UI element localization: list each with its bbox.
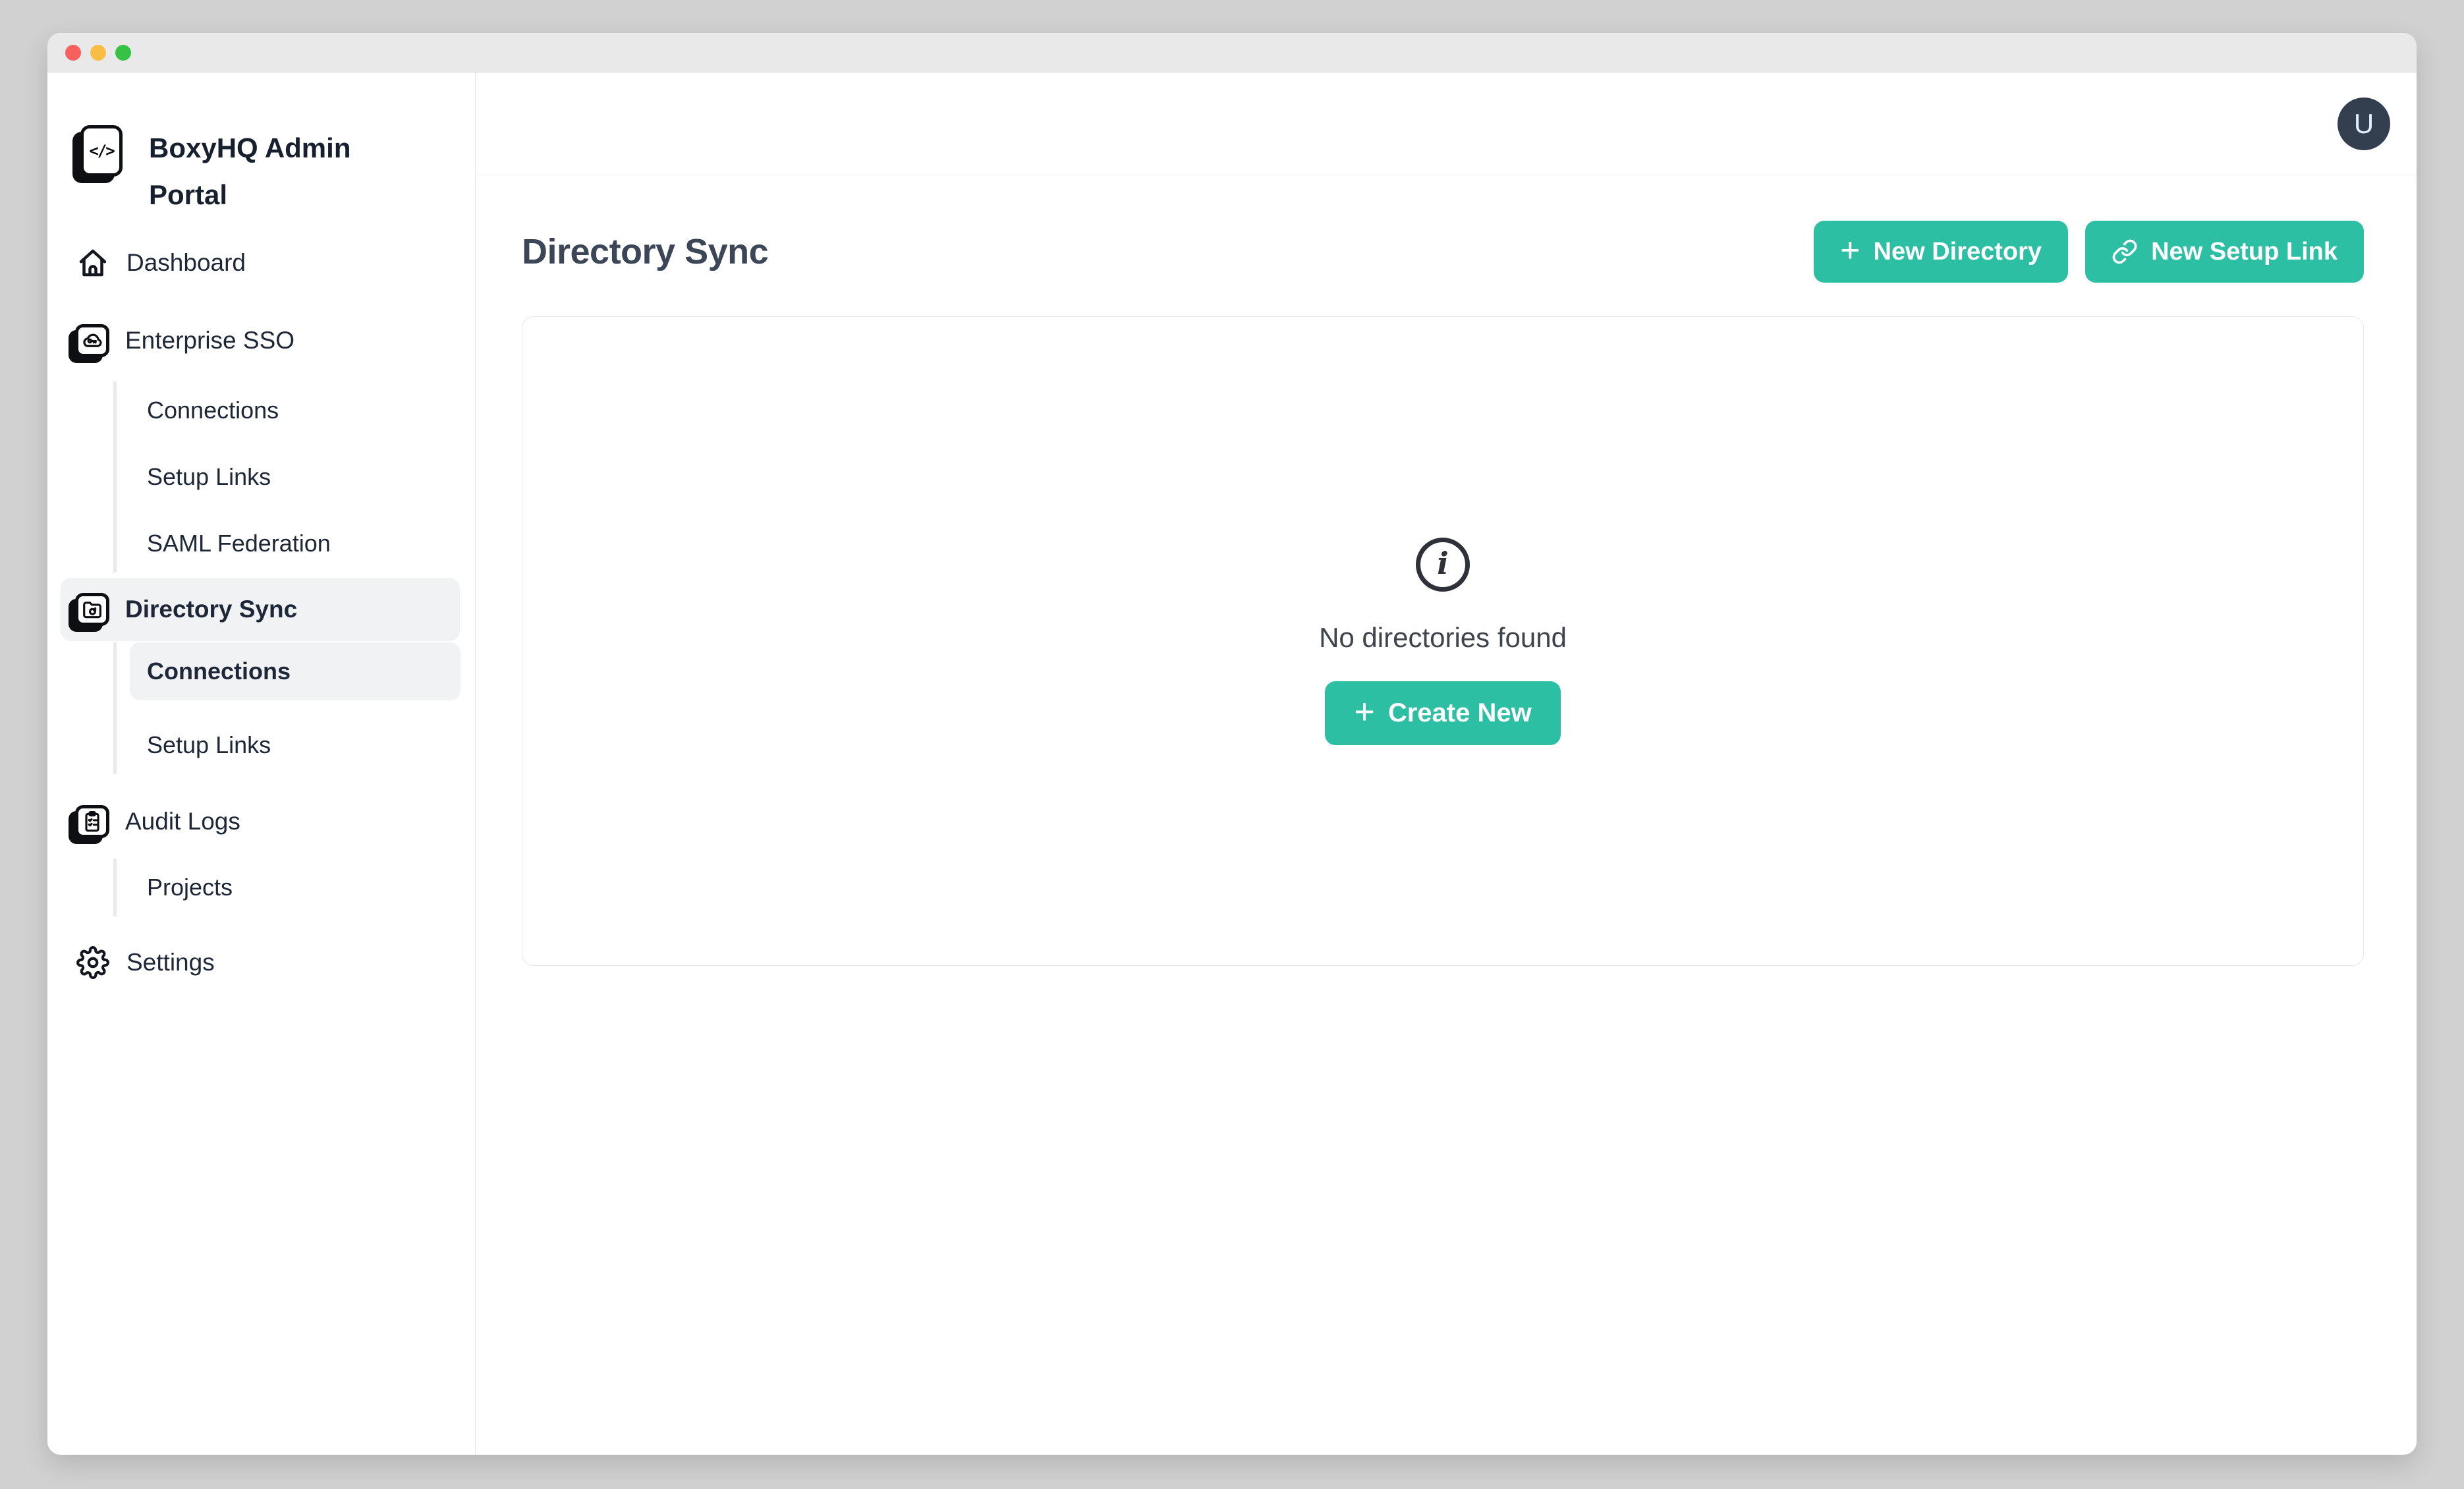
sidebar-item-projects[interactable]: Projects <box>130 858 461 916</box>
minimize-button[interactable] <box>90 45 106 61</box>
sidebar-item-dsync-setup-links[interactable]: Setup Links <box>130 716 461 774</box>
new-setup-link-label: New Setup Link <box>2151 238 2338 266</box>
sidebar: </> BoxyHQ Admin Portal Dashboard <box>47 72 476 1454</box>
plus-icon: + <box>1354 694 1375 729</box>
page-content: Directory Sync + New Directory <box>476 175 2417 966</box>
page-actions: + New Directory New Setup Link <box>1814 221 2364 283</box>
sidebar-subnav-audit-logs: Projects <box>113 858 475 916</box>
sidebar-item-label: SAML Federation <box>147 530 331 557</box>
sidebar-item-label: Setup Links <box>147 731 271 759</box>
main-area: U Directory Sync + New Directory <box>476 72 2417 1454</box>
sidebar-item-saml-federation[interactable]: SAML Federation <box>130 515 461 573</box>
sidebar-item-label: Audit Logs <box>125 808 240 835</box>
info-circle-icon: i <box>1416 538 1470 592</box>
sidebar-item-sso-setup-links[interactable]: Setup Links <box>130 448 461 506</box>
sidebar-item-directory-sync[interactable]: Directory Sync <box>61 578 460 641</box>
sidebar-item-label: Connections <box>147 658 291 685</box>
sidebar-item-label: Setup Links <box>147 463 271 491</box>
gear-icon <box>75 945 111 980</box>
sidebar-item-label: Directory Sync <box>125 596 297 623</box>
sidebar-item-enterprise-sso[interactable]: Enterprise SSO <box>61 309 460 372</box>
zoom-button[interactable] <box>115 45 131 61</box>
empty-state-card: i No directories found + Create New <box>522 316 2364 966</box>
new-directory-label: New Directory <box>1874 238 2042 266</box>
sidebar-item-sso-connections[interactable]: Connections <box>130 381 461 439</box>
close-button[interactable] <box>65 45 81 61</box>
brand: </> BoxyHQ Admin Portal <box>80 125 475 218</box>
sidebar-item-label: Dashboard <box>126 249 246 277</box>
sidebar-subnav-enterprise-sso: Connections Setup Links SAML Federation <box>113 381 475 573</box>
sidebar-item-label: Enterprise SSO <box>125 327 294 354</box>
cloud-key-sticker-icon <box>75 324 109 357</box>
avatar[interactable]: U <box>2338 98 2390 150</box>
sidebar-item-label: Settings <box>126 949 215 976</box>
page-head: Directory Sync + New Directory <box>522 221 2364 283</box>
avatar-initial: U <box>2354 108 2374 140</box>
plus-icon: + <box>1840 233 1860 267</box>
sidebar-item-label: Connections <box>147 397 279 424</box>
new-setup-link-button[interactable]: New Setup Link <box>2085 221 2364 283</box>
code-sticker-icon: </> <box>80 125 123 177</box>
clipboard-list-sticker-icon <box>75 805 109 838</box>
page-title: Directory Sync <box>522 231 768 272</box>
sidebar-nav: Dashboard Enterprise SSO Connections <box>47 231 475 994</box>
empty-state-message: No directories found <box>1319 622 1567 654</box>
create-new-button[interactable]: + Create New <box>1325 681 1560 745</box>
sidebar-item-settings[interactable]: Settings <box>61 931 460 994</box>
sidebar-item-dashboard[interactable]: Dashboard <box>61 231 460 295</box>
create-new-label: Create New <box>1388 698 1532 728</box>
app-window: </> BoxyHQ Admin Portal Dashboard <box>47 33 2417 1455</box>
folder-sync-sticker-icon <box>75 593 109 626</box>
brand-title: BoxyHQ Admin Portal <box>149 125 393 218</box>
titlebar <box>47 33 2417 72</box>
new-directory-button[interactable]: + New Directory <box>1814 221 2068 283</box>
sidebar-item-audit-logs[interactable]: Audit Logs <box>61 790 460 853</box>
sidebar-item-dsync-connections[interactable]: Connections <box>130 642 461 700</box>
main-header: U <box>476 72 2417 175</box>
sidebar-item-label: Projects <box>147 874 233 901</box>
home-icon <box>75 245 111 281</box>
sidebar-subnav-directory-sync: Connections Setup Links <box>113 642 475 774</box>
link-icon <box>2112 239 2138 265</box>
